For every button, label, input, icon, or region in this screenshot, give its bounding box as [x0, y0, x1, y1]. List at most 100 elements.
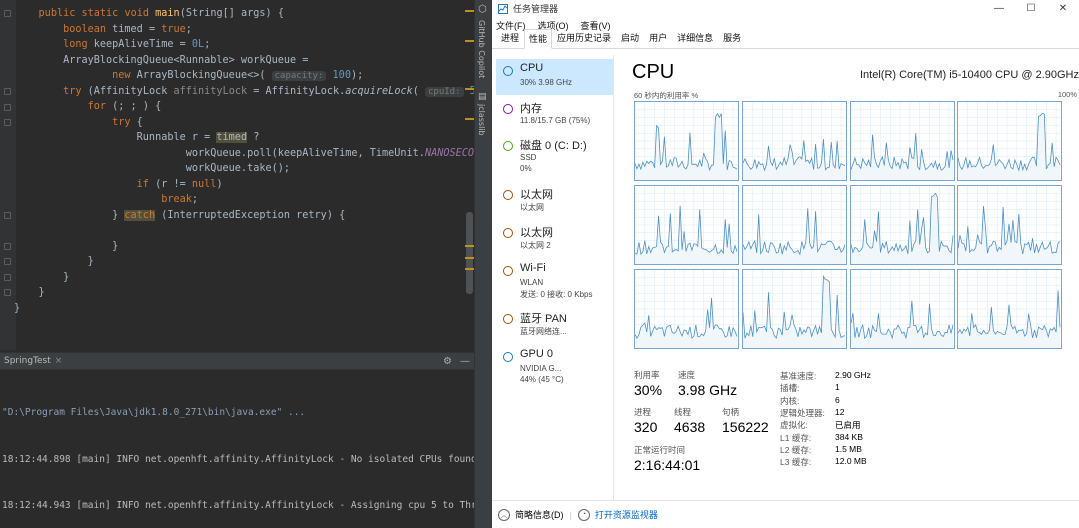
tab-app-history[interactable]: 应用历史记录	[552, 28, 616, 48]
resource-item-7[interactable]: GPU 0 NVIDIA G... 44% (45 °C)	[496, 345, 613, 384]
fold-marker[interactable]	[4, 274, 11, 281]
logical-processor-graph	[634, 101, 739, 181]
code-line: }	[14, 271, 70, 283]
tab-users[interactable]: 用户	[644, 28, 672, 48]
resource-item-4[interactable]: 以太网 以太网 2	[496, 221, 613, 257]
fold-marker[interactable]	[4, 10, 11, 17]
warning-marker[interactable]	[465, 88, 474, 90]
fold-marker[interactable]	[4, 212, 11, 219]
logical-processor-graph	[957, 269, 1062, 349]
resource-subtitle: 以太网	[520, 203, 544, 212]
close-icon[interactable]: ×	[55, 356, 63, 366]
warning-marker[interactable]	[465, 40, 474, 42]
editor-scrollbar[interactable]	[466, 212, 473, 294]
run-panel: SpringTest × ⚙ — "D:\Program Files\Java\…	[0, 352, 474, 528]
logical-processor-graphs[interactable]	[634, 101, 1073, 351]
mini-graph-icon	[503, 228, 513, 238]
fold-marker[interactable]	[4, 119, 11, 126]
mini-graph-icon	[503, 104, 513, 114]
cpu-heading: CPU	[632, 61, 675, 83]
gear-icon[interactable]: ⚙	[443, 356, 452, 367]
detail-value: 2.90 GHz	[835, 370, 871, 380]
logical-processor-graph	[634, 185, 739, 265]
code-line: if (r != null)	[136, 178, 223, 190]
logical-processor-graph	[850, 101, 955, 181]
cpu-detail-pane: CPU Intel(R) Core(TM) i5-10400 CPU @ 2.9…	[622, 55, 1079, 500]
resource-title: 内存	[520, 103, 542, 115]
ide-window: public static void main(String[] args) {…	[0, 0, 474, 528]
code-line: }	[14, 287, 45, 298]
resource-title: GPU 0	[520, 348, 554, 360]
chevron-up-icon[interactable]: ︿	[498, 508, 510, 521]
title-bar[interactable]: 任务管理器 — ☐ ✕	[492, 0, 1079, 17]
cpu-model: Intel(R) Core(TM) i5-10400 CPU @ 2.90GHz	[859, 69, 1079, 81]
resource-title: 以太网	[520, 189, 553, 201]
resource-item-6[interactable]: 蓝牙 PAN 蓝牙网络连...	[496, 307, 613, 343]
warning-marker[interactable]	[465, 257, 474, 259]
github-copilot-icon[interactable]: ⬡	[478, 4, 487, 15]
tab-details[interactable]: 详细信息	[672, 28, 718, 48]
code-text[interactable]: public static void main(String[] args) {…	[14, 6, 474, 316]
minimize-button[interactable]: —	[983, 3, 1015, 14]
fold-marker[interactable]	[4, 258, 11, 265]
code-line: workQueue.poll(keepAliveTime, TimeUnit.N…	[14, 147, 474, 159]
warning-marker[interactable]	[465, 118, 474, 120]
resource-item-5[interactable]: Wi-Fi WLAN 发送: 0 接收: 0 Kbps	[496, 259, 613, 299]
github-copilot-tab[interactable]: GitHub Copilot	[477, 20, 486, 78]
task-manager-window: 任务管理器 — ☐ ✕ 文件(F) 选项(O) 查看(V) 进程 性能 应用历史…	[492, 0, 1079, 528]
warning-marker[interactable]	[465, 268, 474, 270]
processes-label: 进程	[634, 407, 652, 417]
warning-marker[interactable]	[465, 10, 474, 12]
detail-label: 逻辑处理器:	[780, 407, 825, 418]
code-line: try {	[112, 116, 143, 128]
detail-value: 384 KB	[835, 431, 863, 442]
jclasslib-icon[interactable]: ▤	[478, 92, 487, 102]
code-line: ArrayBlockingQueue<Runnable> workQueue =	[14, 54, 309, 66]
code-line: long keepAliveTime = 0L;	[63, 39, 211, 50]
resource-item-2[interactable]: 磁盘 0 (C: D:) SSD 0%	[496, 134, 613, 173]
detail-label: 虚拟化:	[780, 420, 808, 431]
open-resource-monitor-link[interactable]: 打开资源监视器	[595, 508, 658, 521]
detail-value: 12.0 MB	[835, 456, 867, 467]
minimize-icon[interactable]: —	[460, 356, 470, 367]
resource-item-3[interactable]: 以太网 以太网	[496, 183, 613, 219]
fewer-details-link[interactable]: 简略信息(D)	[515, 508, 564, 521]
code-line: }	[14, 302, 21, 314]
fold-marker[interactable]	[4, 88, 11, 95]
run-tab[interactable]: SpringTest	[4, 356, 51, 366]
resource-subtitle: 蓝牙网络连...	[520, 327, 567, 336]
fold-marker[interactable]	[4, 289, 11, 296]
code-line: public static void main(String[] args) {	[38, 8, 284, 19]
resource-item-1[interactable]: 内存 11.8/15.7 GB (75%)	[496, 97, 613, 133]
jclasslib-tab[interactable]: jclasslib	[477, 104, 486, 136]
tab-performance[interactable]: 性能	[524, 29, 553, 49]
warning-marker[interactable]	[465, 245, 474, 247]
logical-processor-graph	[957, 185, 1062, 265]
mini-graph-icon	[503, 66, 513, 76]
resource-detail: 44% (45 °C)	[520, 375, 564, 384]
resource-item-0[interactable]: CPU 30% 3.98 GHz	[496, 59, 613, 95]
logical-processor-graph	[957, 101, 1062, 181]
code-line: for (; ; ) {	[87, 101, 162, 112]
processes-value: 320	[634, 419, 658, 435]
code-line: boolean timed = true;	[63, 23, 192, 35]
fold-marker[interactable]	[4, 243, 11, 250]
fold-marker[interactable]	[4, 104, 11, 111]
resource-monitor-icon: ◔	[577, 508, 590, 521]
detail-label: 内核:	[780, 395, 800, 406]
speed-value: 3.98 GHz	[678, 382, 738, 398]
console-output[interactable]: "D:\Program Files\Java\jdk1.8.0_271\bin\…	[0, 370, 474, 528]
console-line: 18:12:44.898 [main] INFO net.openhft.aff…	[2, 453, 474, 465]
detail-value: 1.5 MB	[835, 443, 862, 454]
maximize-button[interactable]: ☐	[1015, 3, 1047, 14]
code-line: break;	[161, 194, 199, 205]
resource-title: 以太网	[520, 227, 553, 239]
resource-subtitle: WLAN	[520, 278, 544, 287]
tab-services[interactable]: 服务	[718, 28, 746, 48]
tab-processes[interactable]: 进程	[496, 28, 524, 48]
detail-value: 12	[835, 406, 845, 417]
tab-startup[interactable]: 启动	[616, 28, 644, 48]
code-editor[interactable]: public static void main(String[] args) {…	[0, 0, 474, 350]
close-button[interactable]: ✕	[1047, 3, 1079, 14]
